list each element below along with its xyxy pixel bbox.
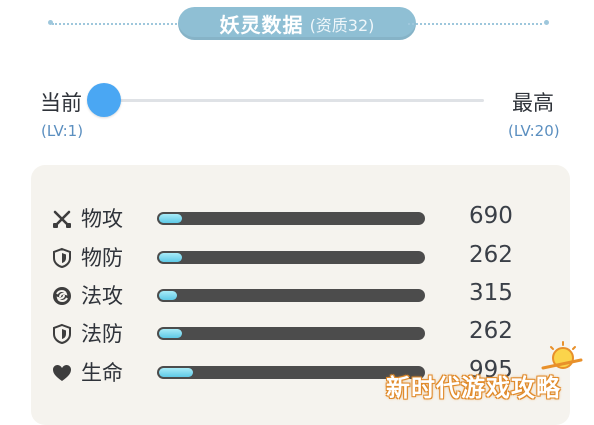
current-level-value: (LV:1) (41, 122, 84, 140)
current-level-label: 当前 (40, 91, 82, 115)
stat-value: 262 (469, 318, 513, 344)
shield-icon (51, 247, 73, 269)
header-right-divider (408, 23, 542, 25)
heart-icon (51, 362, 73, 384)
stat-name: 法防 (81, 322, 123, 346)
stat-name: 生命 (81, 361, 123, 385)
stat-value: 315 (469, 280, 513, 306)
stat-bar-fill (159, 368, 194, 377)
stat-bar (157, 212, 425, 225)
stat-bar-fill (159, 291, 178, 300)
stat-name: 法攻 (81, 284, 123, 308)
stat-bar (157, 366, 425, 379)
stat-value: 690 (469, 203, 513, 229)
stat-bar (157, 289, 425, 302)
page-subtitle: (资质32) (309, 15, 375, 35)
level-slider[interactable] (87, 83, 484, 117)
stat-bar (157, 327, 425, 340)
max-level-label: 最高 (512, 91, 554, 115)
stat-value: 262 (469, 242, 513, 268)
title-banner: 妖灵数据 (资质32) (178, 7, 416, 40)
stat-name: 物防 (81, 246, 123, 270)
stat-row-physical-defense: 物防 262 (51, 242, 551, 272)
stat-bar-fill (159, 329, 183, 338)
level-slider-thumb[interactable] (87, 83, 121, 117)
stat-bar-fill (159, 253, 183, 262)
stat-row-physical-attack: 物攻 690 (51, 203, 551, 233)
shield-icon (51, 323, 73, 345)
header-right-dot (544, 20, 549, 25)
stat-bar-fill (159, 214, 183, 223)
max-level-value: (LV:20) (508, 122, 560, 140)
crossed-swords-icon (51, 208, 73, 230)
watermark-text: 新时代游戏攻略 (386, 374, 561, 402)
stat-bar (157, 251, 425, 264)
stat-row-magic-defense: 法防 262 (51, 318, 551, 348)
stat-row-magic-attack: 法攻 315 (51, 280, 551, 310)
stat-name: 物攻 (81, 207, 123, 231)
page-title: 妖灵数据 (219, 13, 304, 37)
swirl-magic-icon (51, 285, 73, 307)
header-left-divider (52, 23, 188, 25)
